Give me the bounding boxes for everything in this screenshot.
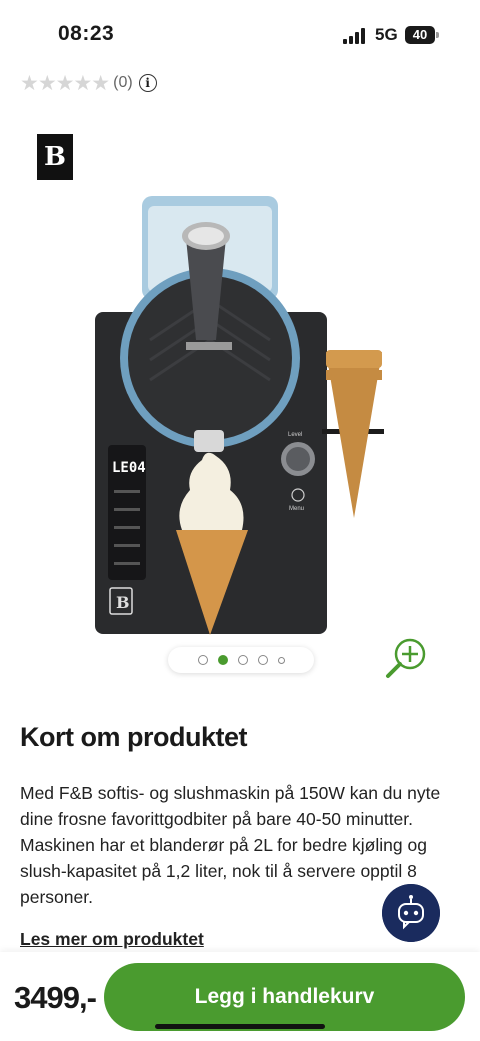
add-to-cart-button[interactable]: Legg i handlekurv — [104, 963, 465, 1031]
panel-logo: B — [116, 593, 130, 612]
zoom-in-icon[interactable] — [384, 636, 428, 680]
section-title: Kort om produktet — [20, 722, 248, 752]
pager-dot[interactable] — [257, 655, 268, 665]
chatbot-icon[interactable] — [382, 884, 440, 942]
home-indicator — [155, 1024, 325, 1029]
menu-label: Menu — [289, 506, 304, 512]
network-type: 5G — [375, 25, 398, 44]
rating-count: (0) — [113, 74, 133, 91]
read-more-link[interactable]: Les mer om produktet — [20, 929, 204, 950]
info-icon[interactable]: i — [138, 74, 157, 92]
dial-label: Level — [288, 432, 302, 438]
gallery-pager[interactable] — [168, 647, 314, 673]
status-bar: 08:23 5G 40 — [0, 0, 480, 70]
pager-dot[interactable] — [237, 655, 248, 665]
pager-dot-active[interactable] — [217, 655, 228, 665]
product-image[interactable]: LE04 B Level Menu — [90, 190, 390, 635]
battery-cap — [436, 32, 439, 38]
machine-display: LE04 — [112, 460, 146, 476]
pager-dot[interactable] — [277, 656, 285, 664]
battery-icon: 40 — [405, 26, 435, 44]
pager-dot[interactable] — [197, 655, 208, 665]
brand-logo: B — [37, 134, 73, 180]
status-time: 08:23 — [58, 22, 115, 45]
signal-icon — [343, 28, 365, 44]
product-price: 3499,- — [14, 980, 97, 1015]
product-rating[interactable]: ★★★★★ (0) i — [20, 71, 157, 95]
rating-stars: ★★★★★ — [20, 71, 110, 95]
